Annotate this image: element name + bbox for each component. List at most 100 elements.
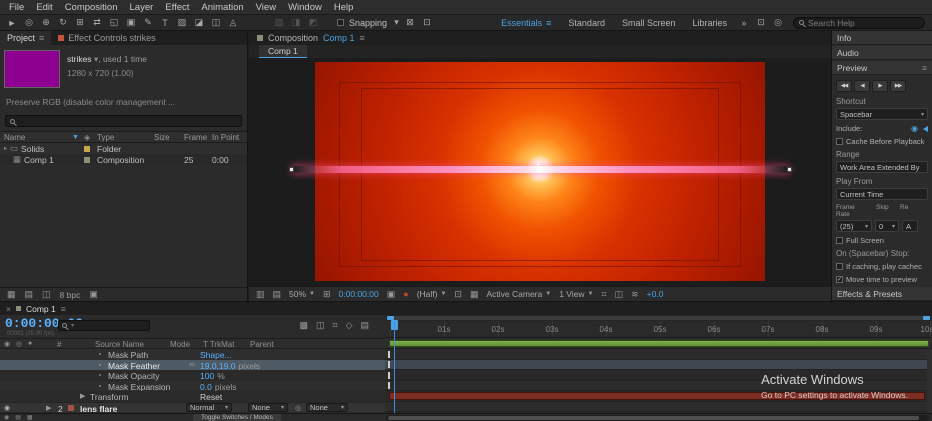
graph-row-layer-2[interactable] — [385, 401, 927, 412]
first-frame-button[interactable]: ◀◀ — [836, 80, 852, 92]
column-frame[interactable]: Frame — [184, 133, 212, 142]
graph-row-mask-feather[interactable] — [385, 359, 927, 370]
cache-before-playback-checkbox[interactable] — [836, 138, 843, 145]
clone-stamp-tool-icon[interactable]: ◪ — [191, 17, 207, 28]
composition-mini-flowchart-icon[interactable]: ▩ — [299, 320, 308, 331]
layer-label-swatch[interactable] — [68, 405, 74, 411]
menu-view[interactable]: View — [250, 2, 282, 13]
orbit-camera-tool-icon[interactable]: ↻ — [55, 17, 71, 28]
keyframe-mark[interactable] — [388, 371, 390, 379]
pan-camera-tool-icon[interactable]: ⊞ — [72, 17, 88, 28]
camera-tool-icon[interactable]: ▣ — [123, 17, 139, 28]
snap-along-edges-icon[interactable]: ⊠ — [402, 17, 418, 28]
property-value[interactable]: Shape... — [200, 350, 232, 360]
label-column-icon[interactable]: ◈ — [84, 133, 97, 142]
stopwatch-icon[interactable]: ◔ — [97, 361, 102, 370]
menu-help[interactable]: Help — [328, 2, 360, 13]
property-value[interactable]: 19.0,19.0 — [200, 361, 235, 371]
move-time-checkbox[interactable]: ✓ — [836, 276, 843, 283]
workspace-tab-small-screen[interactable]: Small Screen — [614, 18, 684, 28]
full-screen-checkbox[interactable] — [836, 237, 843, 244]
hand-tool-icon[interactable]: ◎ — [21, 17, 37, 28]
panel-menu-icon[interactable]: ≡ — [39, 33, 44, 43]
column-parent[interactable]: Parent — [250, 340, 274, 349]
full-screen-row[interactable]: Full Screen — [836, 236, 928, 245]
close-icon[interactable]: × — [6, 304, 11, 314]
search-options-icon[interactable]: ▾ — [71, 322, 74, 329]
new-folder-icon[interactable]: ▤ — [25, 289, 34, 300]
transparency-grid-icon[interactable]: ▦ — [470, 289, 479, 300]
project-row-solids[interactable]: ▸ ▭ Solids Folder — [0, 143, 247, 154]
color-depth-label[interactable]: 8 bpc — [60, 290, 81, 300]
label-swatch[interactable] — [84, 156, 90, 163]
column-size[interactable]: Size — [154, 133, 184, 142]
play-button[interactable]: ▶ — [872, 80, 888, 92]
workspace-tab-libraries[interactable]: Libraries — [684, 18, 735, 28]
pen-tool-icon[interactable]: ✎ — [140, 17, 156, 28]
range-dropdown[interactable]: Work Area Extended By — [836, 161, 928, 173]
tab-composition-name[interactable]: Comp 1 — [323, 33, 355, 43]
mask-vertex-handle-right[interactable] — [787, 167, 792, 172]
snap-to-features-icon[interactable]: ⊡ — [419, 17, 435, 28]
eraser-tool-icon[interactable]: ◫ — [208, 17, 224, 28]
expand-icon[interactable]: ▶ — [80, 392, 85, 400]
toggle-switches-modes-button[interactable]: Toggle Switches / Modes — [193, 414, 281, 421]
anchor-point-crosshair[interactable]: + — [535, 159, 541, 171]
pixel-aspect-icon[interactable]: ⌗ — [602, 289, 607, 300]
last-frame-button[interactable]: ▶▶ — [890, 80, 906, 92]
project-search-input[interactable] — [5, 115, 242, 127]
parent-dropdown[interactable]: None ▾ — [306, 403, 348, 412]
zoom-tool-icon[interactable]: ⊕ — [38, 17, 54, 28]
timeline-button-icon[interactable]: ≋ — [631, 289, 639, 300]
property-row-mask-feather[interactable]: ◔ Mask Feather ∞ 19.0,19.0 pixels — [0, 359, 385, 371]
property-row-transform[interactable]: ▶ Transform Reset — [0, 391, 385, 402]
skip-dropdown[interactable]: 0 ▾ — [875, 220, 899, 232]
show-channel-icon[interactable]: ● — [403, 289, 408, 299]
stopwatch-icon[interactable]: ◔ — [97, 350, 102, 359]
timeline-graph-area[interactable]: 01s 02s 03s 04s 05s 06s 07s 08s 09s 10s … — [385, 315, 932, 413]
tab-effect-controls[interactable]: Effect Controls strikes — [51, 31, 162, 45]
menu-edit[interactable]: Edit — [30, 2, 58, 13]
panel-menu-icon[interactable]: ≡ — [61, 304, 66, 314]
blend-mode-dropdown[interactable]: Normal ▾ — [186, 403, 232, 412]
if-caching-checkbox[interactable] — [836, 263, 843, 270]
property-value[interactable]: 100 — [200, 371, 214, 381]
menu-layer[interactable]: Layer — [124, 2, 160, 13]
render-queue-icon[interactable]: ◉ — [4, 414, 9, 421]
selection-tool-icon[interactable]: ► — [4, 18, 20, 28]
property-row-mask-expansion[interactable]: ◔ Mask Expansion 0.0 pixels — [0, 380, 385, 392]
timeline-search-input[interactable]: ▾ — [58, 320, 150, 331]
type-tool-icon[interactable]: T — [157, 18, 173, 28]
include-audio-icon[interactable] — [923, 125, 928, 132]
shape-layer-duration-bar[interactable] — [389, 339, 929, 347]
work-area-end-handle[interactable] — [923, 316, 930, 320]
resolution-preview-dropdown[interactable]: A — [902, 220, 918, 232]
grid-guides-icon[interactable]: ⊞ — [323, 289, 331, 300]
include-video-icon[interactable]: ◉ — [911, 124, 918, 133]
composition-viewer[interactable]: + — [249, 58, 831, 286]
draft-3d-icon[interactable]: ◫ — [316, 320, 325, 331]
layer-name[interactable]: lens flare — [80, 404, 117, 414]
column-name[interactable]: Name — [0, 133, 72, 142]
constrain-link-icon[interactable]: ∞ — [189, 360, 195, 369]
column-trkmat[interactable]: T TrkMat — [203, 340, 234, 349]
main-viewer-icon[interactable]: ▤ — [273, 289, 282, 300]
keyframe-mark[interactable] — [388, 382, 390, 389]
property-value[interactable]: 0.0 — [200, 382, 212, 392]
graph-row-mask-expansion[interactable] — [385, 380, 927, 391]
parent-pickwhip-icon[interactable]: ◎ — [295, 404, 301, 412]
snapping-options-icon[interactable]: ▾ — [392, 17, 401, 28]
viewer-timecode[interactable]: 0:00:00:00 — [339, 289, 379, 299]
workspace-tab-standard[interactable]: Standard — [560, 18, 613, 28]
tab-composition[interactable]: Composition — [268, 33, 318, 43]
layer-visibility-icon[interactable]: ◉ — [4, 404, 10, 412]
audio-panel-header[interactable]: Audio — [832, 46, 932, 60]
rotation-tool-icon[interactable]: ◱ — [106, 17, 122, 28]
viewer-tab-comp1[interactable]: Comp 1 — [259, 45, 307, 58]
property-row-mask-path[interactable]: ◔ Mask Path Shape... — [0, 349, 385, 360]
shortcut-dropdown[interactable]: Spacebar ▾ — [836, 108, 928, 120]
flowchart-icon[interactable]: ▦ — [7, 289, 16, 300]
project-row-comp1[interactable]: ▦ Comp 1 Composition 25 0:00 — [0, 154, 247, 165]
menu-window[interactable]: Window — [282, 2, 328, 13]
if-caching-row[interactable]: If caching, play cachec — [836, 262, 928, 271]
